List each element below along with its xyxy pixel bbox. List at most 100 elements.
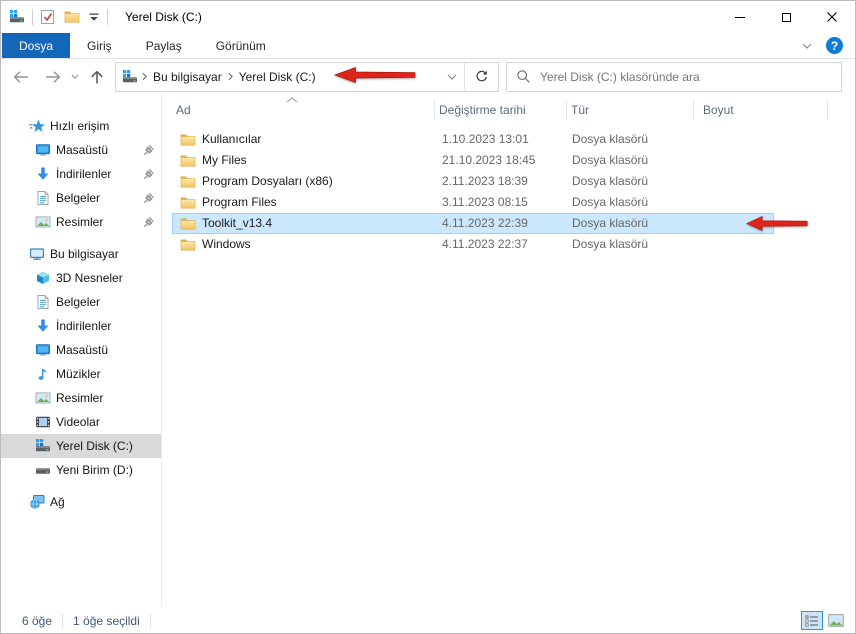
forward-button[interactable] bbox=[39, 63, 67, 91]
divider bbox=[149, 613, 151, 628]
search-input[interactable] bbox=[540, 69, 832, 84]
sort-ascending-icon bbox=[286, 97, 298, 103]
pin-icon[interactable] bbox=[143, 192, 155, 204]
column-header-type[interactable]: Tür bbox=[571, 94, 589, 126]
new-folder-icon[interactable] bbox=[64, 9, 80, 25]
back-button[interactable] bbox=[7, 63, 35, 91]
pin-icon[interactable] bbox=[143, 144, 155, 156]
drive-icon bbox=[35, 462, 51, 478]
window-controls bbox=[717, 1, 855, 33]
tab-giris[interactable]: Giriş bbox=[70, 33, 129, 58]
desktop-icon bbox=[35, 142, 51, 158]
desktop-icon bbox=[35, 342, 51, 358]
file-row-program-dosyalari-x86[interactable]: Program Dosyaları (x86) 2.11.2023 18:39 … bbox=[172, 171, 774, 192]
column-divider[interactable] bbox=[693, 100, 694, 120]
breadcrumb-chevron-icon[interactable] bbox=[228, 72, 233, 81]
folder-icon bbox=[180, 132, 196, 148]
up-button[interactable] bbox=[83, 63, 111, 91]
column-divider[interactable] bbox=[434, 100, 435, 120]
column-header-name[interactable]: Ad bbox=[176, 94, 191, 126]
up-icon bbox=[90, 69, 104, 85]
tab-paylas[interactable]: Paylaş bbox=[129, 33, 199, 58]
sidebar-item-quick-access[interactable]: Hızlı erişim bbox=[1, 114, 161, 138]
sidebar-item-downloads[interactable]: İndirilenler bbox=[1, 314, 161, 338]
selected-count: 1 öğe seçildi bbox=[73, 613, 140, 628]
chevron-down-icon bbox=[71, 74, 79, 79]
sidebar-item-documents-pinned[interactable]: Belgeler bbox=[1, 186, 161, 210]
maximize-button[interactable] bbox=[763, 1, 809, 33]
close-button[interactable] bbox=[809, 1, 855, 33]
documents-icon bbox=[35, 190, 51, 206]
back-icon bbox=[12, 70, 30, 84]
column-divider[interactable] bbox=[827, 100, 828, 120]
sidebar-item-local-disk-c[interactable]: Yerel Disk (C:) bbox=[1, 434, 161, 458]
file-row-toolkit-v13-4[interactable]: Toolkit_v13.4 4.11.2023 22:39 Dosya klas… bbox=[172, 213, 774, 234]
search-icon bbox=[516, 69, 531, 84]
sidebar-item-desktop[interactable]: Masaüstü bbox=[1, 338, 161, 362]
recent-locations-button[interactable] bbox=[67, 63, 83, 91]
sidebar-item-3d-objects[interactable]: 3D Nesneler bbox=[1, 266, 161, 290]
annotation-arrow-address-bar bbox=[334, 66, 416, 84]
column-header-size[interactable]: Boyut bbox=[703, 94, 734, 126]
properties-icon[interactable] bbox=[40, 9, 56, 25]
address-bar[interactable]: Bu bilgisayar Yerel Disk (C:) bbox=[115, 61, 499, 92]
3d-objects-icon bbox=[35, 270, 51, 286]
sidebar-item-pictures-pinned[interactable]: Resimler bbox=[1, 210, 161, 234]
column-header-date[interactable]: Değiştirme tarihi bbox=[439, 94, 526, 126]
divider bbox=[32, 9, 33, 25]
breadcrumb-chevron-icon[interactable] bbox=[142, 72, 147, 81]
quick-access-toolbar bbox=[40, 9, 100, 25]
documents-icon bbox=[35, 294, 51, 310]
tab-dosya[interactable]: Dosya bbox=[2, 33, 71, 58]
pin-icon[interactable] bbox=[143, 168, 155, 180]
help-icon[interactable]: ? bbox=[826, 37, 843, 54]
folder-icon bbox=[180, 174, 196, 190]
minimize-button[interactable] bbox=[717, 1, 763, 33]
pictures-icon bbox=[35, 390, 51, 406]
sidebar-item-network[interactable]: Ağ bbox=[1, 490, 161, 514]
sidebar-item-downloads-pinned[interactable]: İndirilenler bbox=[1, 162, 161, 186]
file-row-program-files[interactable]: Program Files 3.11.2023 08:15 Dosya klas… bbox=[172, 192, 774, 213]
column-divider[interactable] bbox=[566, 100, 567, 120]
large-icons-view-icon bbox=[828, 614, 844, 627]
large-icons-view-button[interactable] bbox=[825, 611, 847, 630]
sidebar-item-videos[interactable]: Videolar bbox=[1, 410, 161, 434]
downloads-icon bbox=[35, 318, 51, 334]
this-pc-icon bbox=[29, 246, 45, 262]
folder-icon bbox=[180, 216, 196, 232]
file-row-my-files[interactable]: My Files 21.10.2023 18:45 Dosya klasörü bbox=[172, 150, 774, 171]
details-view-button[interactable] bbox=[801, 611, 823, 630]
details-view-icon bbox=[805, 615, 819, 627]
forward-icon bbox=[44, 70, 62, 84]
refresh-button[interactable] bbox=[465, 63, 498, 91]
ribbon-collapse-icon[interactable] bbox=[802, 43, 812, 49]
breadcrumb-this-pc[interactable]: Bu bilgisayar bbox=[151, 70, 224, 84]
file-row-windows[interactable]: Windows 4.11.2023 22:37 Dosya klasörü bbox=[172, 234, 774, 255]
breadcrumb-local-disk[interactable]: Yerel Disk (C:) bbox=[237, 70, 318, 84]
view-toggles bbox=[801, 611, 847, 630]
quick-access-star-icon bbox=[29, 118, 45, 134]
sidebar-item-new-volume-d[interactable]: Yeni Birim (D:) bbox=[1, 458, 161, 482]
window-title: Yerel Disk (C:) bbox=[125, 10, 202, 24]
sidebar-item-pictures[interactable]: Resimler bbox=[1, 386, 161, 410]
column-header-row: Ad Değiştirme tarihi Tür Boyut bbox=[162, 94, 855, 126]
folder-icon bbox=[180, 195, 196, 211]
sidebar-item-documents[interactable]: Belgeler bbox=[1, 290, 161, 314]
search-box[interactable] bbox=[506, 61, 842, 92]
close-icon bbox=[827, 12, 837, 22]
navigation-pane: Hızlı erişim Masaüstü İndirilenler Belge… bbox=[1, 94, 161, 606]
sidebar-item-desktop-pinned[interactable]: Masaüstü bbox=[1, 138, 161, 162]
tab-gorunum[interactable]: Görünüm bbox=[199, 33, 283, 58]
address-dropdown-button[interactable] bbox=[440, 63, 464, 91]
annotation-arrow-selected-row bbox=[746, 215, 808, 232]
local-disk-icon bbox=[35, 438, 51, 454]
divider bbox=[62, 613, 64, 628]
sidebar-item-this-pc[interactable]: Bu bilgisayar bbox=[1, 242, 161, 266]
customize-toolbar-icon[interactable] bbox=[88, 11, 100, 23]
pin-icon[interactable] bbox=[143, 216, 155, 228]
minimize-icon bbox=[735, 16, 745, 18]
sidebar-item-music[interactable]: Müzikler bbox=[1, 362, 161, 386]
status-bar: 6 öğe 1 öğe seçildi bbox=[1, 606, 855, 633]
app-drive-icon bbox=[9, 9, 25, 25]
file-row-kullanicilar[interactable]: Kullanıcılar 1.10.2023 13:01 Dosya klasö… bbox=[172, 129, 774, 150]
